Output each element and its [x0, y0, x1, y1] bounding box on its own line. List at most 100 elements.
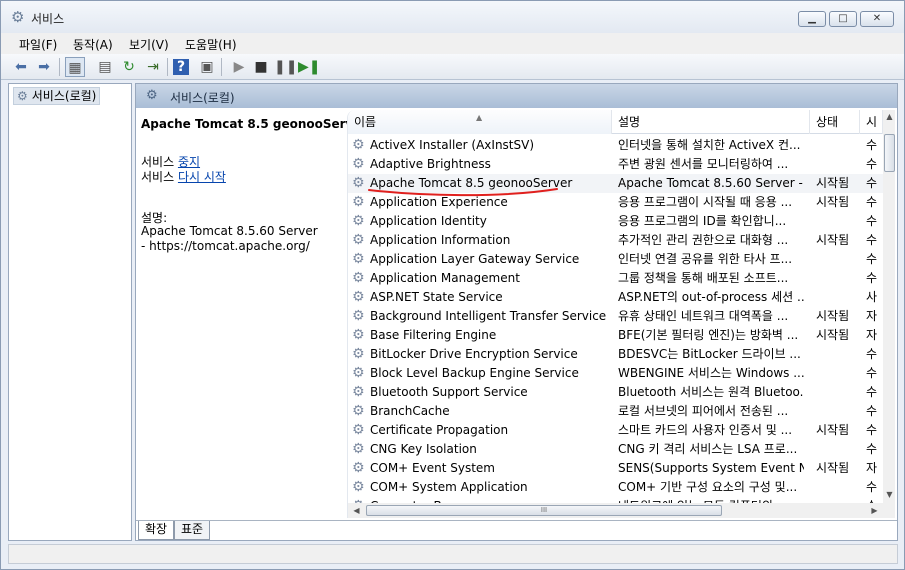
- tree-item-services-local[interactable]: ⚙ 서비스(로컬): [13, 87, 101, 105]
- scroll-down-icon[interactable]: ▼: [883, 488, 895, 501]
- table-row[interactable]: ⚙ Block Level Backup Engine Service WBENGI…: [348, 364, 883, 383]
- service-name: ASP.NET State Service: [370, 290, 503, 304]
- service-description: Apache Tomcat 8.5.60 Server - ...: [618, 176, 804, 190]
- help-icon[interactable]: ?: [173, 59, 189, 75]
- horizontal-scroll-thumb[interactable]: III: [366, 505, 722, 516]
- service-gear-icon: ⚙: [352, 346, 365, 362]
- service-description: SENS(Supports System Event No...: [618, 461, 804, 475]
- stop-service-icon[interactable]: ■: [251, 57, 271, 77]
- service-startup-type: 수: [866, 195, 878, 209]
- tab-standard[interactable]: 표준: [174, 521, 211, 540]
- table-row[interactable]: ⚙ Application Experience 응용 프로그램이 시작될 때 응용…: [348, 193, 883, 212]
- service-gear-icon: ⚙: [352, 251, 365, 267]
- export-list-icon[interactable]: ⇥: [143, 57, 163, 77]
- show-action-pane-icon[interactable]: ▣: [197, 57, 217, 77]
- menu-file[interactable]: 파일(F): [19, 36, 57, 53]
- service-startup-type: 수: [866, 442, 878, 456]
- service-description: Bluetooth 서비스는 원격 Bluetoo...: [618, 385, 804, 399]
- menu-help[interactable]: 도움말(H): [185, 36, 237, 53]
- table-row[interactable]: ⚙ Apache Tomcat 8.5 geonooServer Apache To…: [348, 174, 883, 193]
- vertical-scrollbar[interactable]: ▲ ▼: [883, 110, 895, 503]
- restart-service-link[interactable]: 다시 시작: [178, 170, 226, 184]
- table-row[interactable]: ⚙ Background Intelligent Transfer Service…: [348, 307, 883, 326]
- pause-service-icon[interactable]: ❚❚: [274, 57, 297, 77]
- horizontal-scrollbar[interactable]: ◀ III ▶: [348, 503, 895, 518]
- table-row[interactable]: ⚙ Application Layer Gateway Service 인터넷 연결…: [348, 250, 883, 269]
- table-row[interactable]: ⚙ CNG Key Isolation CNG 키 격리 서비스는 LSA 프로..…: [348, 440, 883, 459]
- maximize-button[interactable]: □: [829, 11, 857, 27]
- table-row[interactable]: ⚙ Bluetooth Support Service Bluetooth 서비스는…: [348, 383, 883, 402]
- menu-bar: 파일(F) 동작(A) 보기(V) 도움말(H): [1, 33, 904, 54]
- service-startup-type: 자: [866, 309, 878, 323]
- table-row[interactable]: ⚙ Adaptive Brightness 주변 광원 센서를 모니터링하여 ...…: [348, 155, 883, 174]
- close-button[interactable]: ✕: [860, 11, 894, 27]
- service-gear-icon: ⚙: [352, 384, 365, 400]
- scroll-left-icon[interactable]: ◀: [350, 504, 363, 517]
- sort-ascending-icon: ▲: [476, 113, 483, 122]
- table-row[interactable]: ⚙ Certificate Propagation 스마트 카드의 사용자 인증서 …: [348, 421, 883, 440]
- scroll-up-icon[interactable]: ▲: [883, 110, 895, 123]
- scroll-right-icon[interactable]: ▶: [868, 504, 881, 517]
- title-bar[interactable]: ⚙ 서비스 ▁ □ ✕: [1, 1, 904, 33]
- service-description: 응용 프로그램이 시작될 때 응용 ...: [618, 195, 793, 209]
- service-startup-type: 수: [866, 252, 878, 266]
- table-row[interactable]: ⚙ ASP.NET State Service ASP.NET의 out-of-pr…: [348, 288, 883, 307]
- properties-icon[interactable]: ▤: [95, 57, 115, 77]
- list-header: 이름 ▲ 설명 상태 시작 유형: [348, 110, 883, 134]
- table-row[interactable]: ⚙ Application Management 그룹 정책을 통해 배포된 소프트…: [348, 269, 883, 288]
- table-row[interactable]: ⚙ COM+ System Application COM+ 기반 구성 요소의 구…: [348, 478, 883, 497]
- start-service-icon[interactable]: ▶: [229, 57, 249, 77]
- service-startup-type: 자: [866, 461, 878, 475]
- table-row[interactable]: ⚙ BitLocker Drive Encryption Service BDESV…: [348, 345, 883, 364]
- toolbar-separator: [221, 58, 222, 76]
- service-gear-icon: ⚙: [352, 156, 365, 172]
- service-name: COM+ Event System: [370, 461, 495, 475]
- column-header-description[interactable]: 설명: [612, 110, 810, 134]
- column-header-status[interactable]: 상태: [810, 110, 860, 134]
- service-name: Block Level Backup Engine Service: [370, 366, 579, 380]
- service-description: ASP.NET의 out-of-process 세션 ...: [618, 290, 804, 304]
- service-startup-type: 수: [866, 271, 878, 285]
- stop-service-link[interactable]: 중지: [178, 155, 200, 169]
- service-description: 인터넷을 통해 설치한 ActiveX 컨...: [618, 138, 801, 152]
- table-row[interactable]: ⚙ COM+ Event System SENS(Supports System E…: [348, 459, 883, 478]
- table-row[interactable]: ⚙ Base Filtering Engine BFE(기본 필터링 엔진)는 방화…: [348, 326, 883, 345]
- service-name: CNG Key Isolation: [370, 442, 477, 456]
- restart-service-icon[interactable]: ▶❚: [298, 57, 321, 77]
- service-gear-icon: ⚙: [352, 479, 365, 495]
- table-row[interactable]: ⚙ BranchCache 로컬 서브넷의 피어에서 전송된 ... 수: [348, 402, 883, 421]
- service-gear-icon: ⚙: [352, 213, 365, 229]
- toolbar-separator: [59, 58, 60, 76]
- pane-header-title: 서비스(로컬): [170, 91, 235, 105]
- service-name: Background Intelligent Transfer Service: [370, 309, 607, 323]
- service-name: BitLocker Drive Encryption Service: [370, 347, 578, 361]
- service-startup-type: 수: [866, 157, 878, 171]
- column-header-name[interactable]: 이름 ▲: [348, 110, 612, 134]
- service-gear-icon: ⚙: [352, 175, 365, 191]
- forward-arrow-icon[interactable]: ➡: [34, 57, 54, 77]
- service-name: Application Experience: [370, 195, 508, 209]
- services-list: 이름 ▲ 설명 상태 시작 유형 ⚙ ActiveX Installer (AxI…: [347, 110, 895, 518]
- service-startup-type: 수: [866, 404, 878, 418]
- view-tabs: 확장 표준: [136, 520, 897, 540]
- table-row[interactable]: ⚙ Application Information 추가적인 관리 권한으로 대화형…: [348, 231, 883, 250]
- tab-extended[interactable]: 확장: [138, 521, 175, 540]
- service-description: 인터넷 연결 공유를 위한 타사 프...: [618, 252, 793, 266]
- menu-action[interactable]: 동작(A): [73, 36, 113, 53]
- refresh-icon[interactable]: ↻: [119, 57, 139, 77]
- toolbar: ⬅ ➡ ▦ ▤ ↻ ⇥ ? ▣ ▶ ■ ❚❚ ▶❚: [1, 54, 904, 80]
- service-description: CNG 키 격리 서비스는 LSA 프로...: [618, 442, 798, 456]
- service-gear-icon: ⚙: [352, 460, 365, 476]
- service-description: BFE(기본 필터링 엔진)는 방화벽 ...: [618, 328, 799, 342]
- back-arrow-icon[interactable]: ⬅: [11, 57, 31, 77]
- minimize-button[interactable]: ▁: [798, 11, 826, 27]
- table-row[interactable]: ⚙ ActiveX Installer (AxInstSV) 인터넷을 통해 설치한…: [348, 136, 883, 155]
- service-name: Adaptive Brightness: [370, 157, 491, 171]
- service-name: Apache Tomcat 8.5 geonooServer: [370, 176, 573, 190]
- console-tree-icon[interactable]: ▦: [65, 57, 85, 77]
- vertical-scroll-thumb[interactable]: [884, 134, 895, 172]
- table-row[interactable]: ⚙ Application Identity 응용 프로그램의 ID를 확인합니..…: [348, 212, 883, 231]
- service-gear-icon: ⚙: [352, 403, 365, 419]
- menu-view[interactable]: 보기(V): [129, 36, 169, 53]
- column-header-startup-type[interactable]: 시작 유형: [860, 110, 883, 134]
